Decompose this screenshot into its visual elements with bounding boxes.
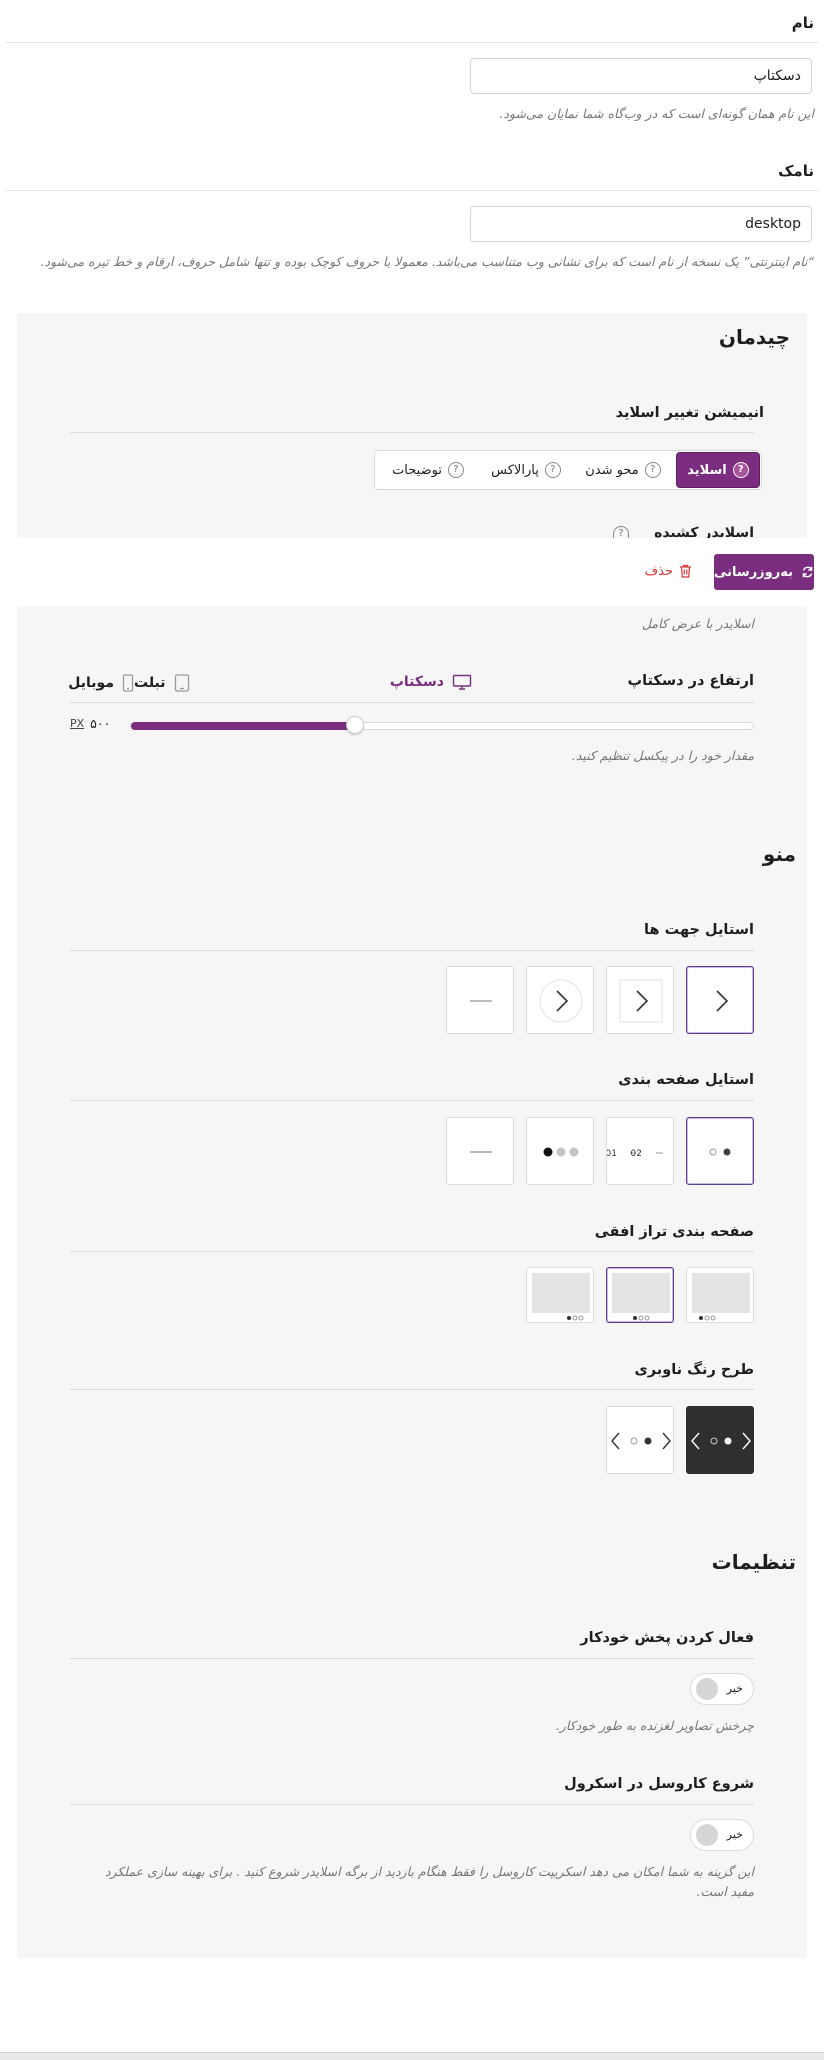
height-label: ارتفاع در دسکتاپ [627, 673, 755, 689]
delete-button[interactable]: حذف [645, 560, 692, 582]
autoplay-toggle[interactable]: خیر [690, 1673, 754, 1705]
help-icon: ? [732, 462, 749, 478]
arrow-style-option-1[interactable] [686, 966, 754, 1034]
dash-icon [470, 1151, 492, 1153]
layout-title: چیدمان [718, 325, 790, 349]
scroll-start-help: این گزینه به شما امکان می دهد اسکریپت کا… [104, 1864, 754, 1879]
slug-field-label: نامک [778, 162, 814, 180]
name-field-label: نام [791, 14, 814, 32]
mobile-icon [122, 674, 134, 692]
refresh-icon [802, 566, 813, 578]
height-value: ۵۰۰ PX [70, 716, 111, 731]
arrow-style-option-2[interactable] [606, 966, 674, 1034]
pagination-number-2: 02 [631, 1149, 642, 1159]
divider [70, 1804, 754, 1805]
device-tab-mobile[interactable]: موبایل [68, 674, 134, 692]
dots-icon [709, 1148, 731, 1156]
toggle-knob [696, 1824, 718, 1846]
autoplay-help: چرخش تصاویر لغزنده به طور خودکار. [555, 1718, 754, 1733]
menu-title: منو [762, 842, 796, 866]
animation-option-captions[interactable]: ? توضیحات [380, 453, 476, 487]
scroll-start-toggle[interactable]: خیر [690, 1819, 754, 1851]
device-tab-tablet[interactable]: تبلت [134, 674, 200, 692]
autoplay-label: فعال کردن پخش خودکار [580, 1630, 754, 1646]
align-option-left[interactable] [686, 1267, 754, 1323]
divider [70, 432, 754, 433]
divider [70, 950, 754, 951]
layout-panel: چیدمان انیمیشن تغییر اسلاید اسلایدر کشید… [17, 313, 807, 538]
unit-label[interactable]: PX [70, 717, 84, 730]
slug-input[interactable] [470, 206, 812, 242]
divider [70, 1389, 754, 1390]
align-option-right[interactable] [526, 1267, 594, 1323]
height-slider[interactable] [130, 716, 754, 734]
dash-icon [470, 1000, 492, 1002]
pagination-style-option-2[interactable]: 01 02 [606, 1117, 674, 1185]
divider [70, 1658, 754, 1659]
animation-option-parallax[interactable]: ? پارالاکس [481, 453, 571, 487]
extended-slider-label: اسلایدر کشیده [654, 525, 754, 538]
desktop-icon [452, 674, 472, 690]
pagination-style-option-1[interactable] [686, 1117, 754, 1185]
divider [70, 1251, 754, 1252]
update-button[interactable]: به‌روزرسانی [714, 554, 814, 590]
animation-selector: ? اسلاید ? محو شدن ? پارالاکس ? توضیحات [374, 450, 762, 490]
align-option-center[interactable] [606, 1267, 674, 1323]
pagination-align-label: صفحه بندی تراز افقی [594, 1224, 754, 1240]
tablet-icon [174, 674, 189, 692]
animation-option-fade[interactable]: ? محو شدن [577, 453, 669, 487]
pagination-style-option-none[interactable] [446, 1117, 514, 1185]
height-slider-fill [131, 722, 355, 730]
help-icon: ? [447, 462, 464, 478]
chevron-right-boxed-icon [619, 979, 663, 1023]
name-input[interactable] [470, 58, 812, 94]
nav-color-dark[interactable] [686, 1406, 754, 1474]
align-center-icon [612, 1273, 670, 1321]
device-tab-desktop[interactable]: دسکتاپ [390, 674, 472, 690]
filled-dots-icon [543, 1147, 579, 1157]
divider [70, 1100, 754, 1101]
arrows-style-label: استایل جهت ها [644, 922, 754, 938]
bottom-edge [0, 2052, 824, 2060]
align-right-icon [532, 1273, 590, 1321]
arrow-style-option-none[interactable] [446, 966, 514, 1034]
nav-color-light[interactable] [606, 1406, 674, 1474]
pagination-style-option-3[interactable] [526, 1117, 594, 1185]
chevron-right-icon [716, 990, 729, 1012]
divider [6, 190, 818, 191]
help-icon: ? [613, 526, 629, 538]
extended-slider-help: اسلایدر با عرض کامل [641, 616, 754, 631]
divider [70, 702, 754, 703]
height-slider-thumb[interactable] [346, 716, 364, 734]
sticky-toolbar: به‌روزرسانی حذف [0, 538, 824, 606]
chevron-right-circle-icon [539, 979, 583, 1023]
nav-color-label: طرح رنگ ناوبری [634, 1362, 754, 1378]
slug-help: “نام اینترنتی” یک نسخه از نام است که برا… [40, 254, 814, 269]
pagination-number-1: 01 [607, 1149, 617, 1159]
help-icon: ? [544, 462, 561, 478]
divider [6, 42, 818, 43]
dark-nav-preview-icon [691, 1432, 751, 1450]
animation-label: انیمیشن تغییر اسلاید [615, 405, 764, 421]
pagination-style-label: استایل صفحه بندی [618, 1072, 754, 1088]
arrow-style-option-3[interactable] [526, 966, 594, 1034]
light-nav-preview-icon [611, 1432, 671, 1450]
numbered-pagination-icon: 01 02 [607, 1149, 663, 1159]
trash-icon [680, 564, 691, 578]
help-icon: ? [644, 462, 661, 478]
animation-option-slide[interactable]: ? اسلاید [677, 453, 759, 487]
align-left-icon [692, 1273, 750, 1321]
settings-title: تنظیمات [711, 1550, 796, 1574]
scroll-start-help-continued: مفید است. [696, 1884, 754, 1899]
name-help: این نام همان گونه‌ای است که در وب‌گاه شم… [499, 106, 814, 121]
height-help: مقدار خود را در پیکسل تنظیم کنید. [571, 748, 754, 763]
toggle-knob [696, 1678, 718, 1700]
scroll-start-label: شروع کاروسل در اسکرول [564, 1776, 754, 1792]
